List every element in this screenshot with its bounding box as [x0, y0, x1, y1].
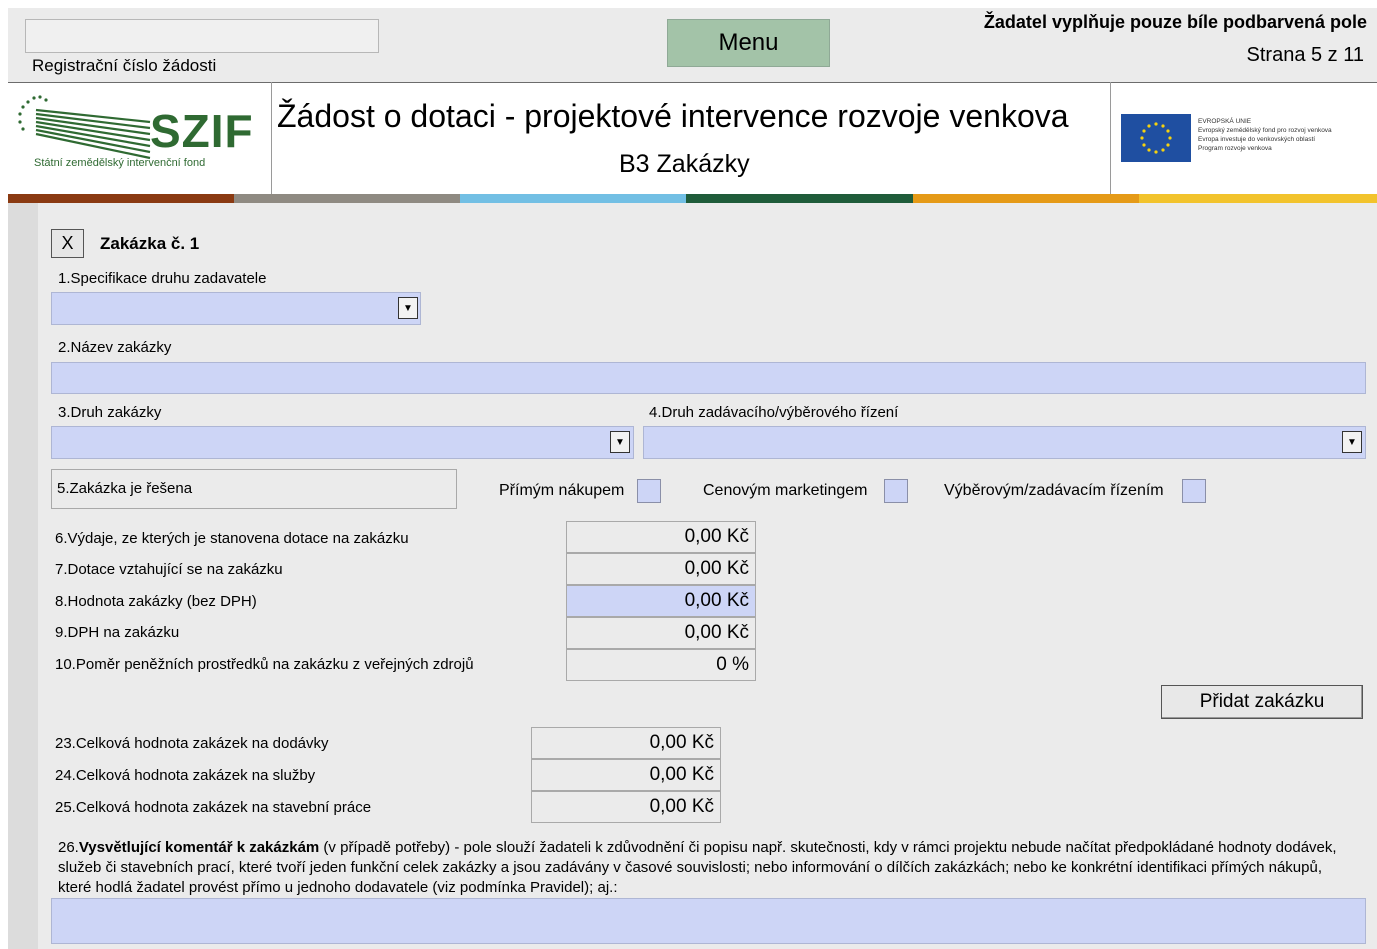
tender-checkbox[interactable]: [1182, 479, 1206, 503]
q25-label: 25.Celková hodnota zakázek na stavební p…: [55, 799, 372, 816]
registration-number-field[interactable]: [25, 19, 379, 53]
q26-bold: Vysvětlující komentář k zakázkám: [78, 839, 320, 856]
left-rail: [8, 203, 38, 949]
eu-flag-icon: [1121, 114, 1191, 162]
eu-text-line: Evropa investuje do venkovských oblastí: [1198, 136, 1316, 143]
color-bar-segment: [460, 194, 686, 203]
szif-logo-graphic: [18, 95, 151, 160]
chevron-down-icon[interactable]: ▼: [610, 431, 630, 453]
contracting-authority-select[interactable]: [51, 292, 421, 325]
q23-label: 23.Celková hodnota zakázek na dodávky: [55, 735, 329, 752]
registration-number-label: Registrační číslo žádosti: [32, 56, 217, 75]
color-bar-segment: [913, 194, 1139, 203]
q4-label: 4.Druh zadávacího/výběrového řízení: [649, 404, 899, 421]
page-indicator: Strana 5 z 11: [1246, 44, 1364, 66]
direct-purchase-label: Přímým nákupem: [499, 482, 625, 499]
menu-button[interactable]: Menu: [667, 19, 830, 67]
q5-label: 5.Zakázka je řešena: [57, 480, 193, 497]
price-marketing-checkbox[interactable]: [884, 479, 908, 503]
q6-label: 6.Výdaje, ze kterých je stanovena dotace…: [55, 530, 409, 547]
eu-text-line: Evropský zemědělský fond pro rozvoj venk…: [1198, 127, 1332, 134]
fill-notice: Žadatel vyplňuje pouze bíle podbarvená p…: [983, 12, 1367, 32]
color-bar-segment: [234, 194, 460, 203]
q26-prefix: 26.: [58, 839, 79, 856]
q7-value: 0,00 Kč: [566, 553, 756, 585]
tender-label: Výběrovým/zadávacím řízením: [944, 482, 1164, 499]
direct-purchase-checkbox[interactable]: [637, 479, 661, 503]
page-title: Žádost o dotaci - projektové intervence …: [277, 98, 1069, 134]
q23-value: 0,00 Kč: [531, 727, 721, 759]
q7-label: 7.Dotace vztahující se na zakázku: [55, 561, 283, 578]
color-bar-segment: [1139, 194, 1377, 203]
q10-label: 10.Poměr peněžních prostředků na zakázku…: [55, 656, 474, 673]
section-title: B3 Zakázky: [619, 150, 750, 178]
q9-value: 0,00 Kč: [566, 617, 756, 649]
contract-name-input[interactable]: [51, 362, 1366, 394]
chevron-down-icon[interactable]: ▼: [1342, 431, 1362, 453]
eu-text-line: EVROPSKÁ UNIE: [1198, 118, 1252, 125]
procurement-type-select[interactable]: [643, 426, 1366, 459]
q8-label: 8.Hodnota zakázky (bez DPH): [55, 593, 257, 610]
comment-textarea[interactable]: [51, 898, 1366, 944]
color-bar-segment: [8, 194, 234, 203]
q25-value: 0,00 Kč: [531, 791, 721, 823]
q24-label: 24.Celková hodnota zakázek na služby: [55, 767, 316, 784]
szif-logo-subtitle: Státní zemědělský intervenční fond: [34, 157, 206, 169]
q26-label: 26.Vysvětlující komentář k zakázkám (v p…: [58, 838, 1358, 898]
chevron-down-icon[interactable]: ▼: [398, 297, 418, 319]
price-marketing-label: Cenovým marketingem: [703, 482, 868, 499]
eu-text: EVROPSKÁ UNIE Evropský zemědělský fond p…: [1198, 117, 1332, 153]
q9-label: 9.DPH na zakázku: [55, 624, 180, 641]
q10-value: 0 %: [566, 649, 756, 681]
color-bar-segment: [686, 194, 913, 203]
eu-text-line: Program rozvoje venkova: [1198, 145, 1272, 152]
q24-value: 0,00 Kč: [531, 759, 721, 791]
contract-title: Zakázka č. 1: [100, 234, 200, 253]
remove-contract-button[interactable]: X: [51, 229, 84, 258]
contract-value-input[interactable]: 0,00 Kč: [566, 585, 756, 617]
q3-label: 3.Druh zakázky: [58, 404, 162, 421]
add-contract-button[interactable]: Přidat zakázku: [1161, 685, 1363, 719]
q2-label: 2.Název zakázky: [58, 339, 172, 356]
szif-logo-text: SZIF: [150, 105, 254, 157]
q6-value: 0,00 Kč: [566, 521, 756, 553]
q1-label: 1.Specifikace druhu zadavatele: [58, 270, 267, 287]
contract-type-select[interactable]: [51, 426, 634, 459]
